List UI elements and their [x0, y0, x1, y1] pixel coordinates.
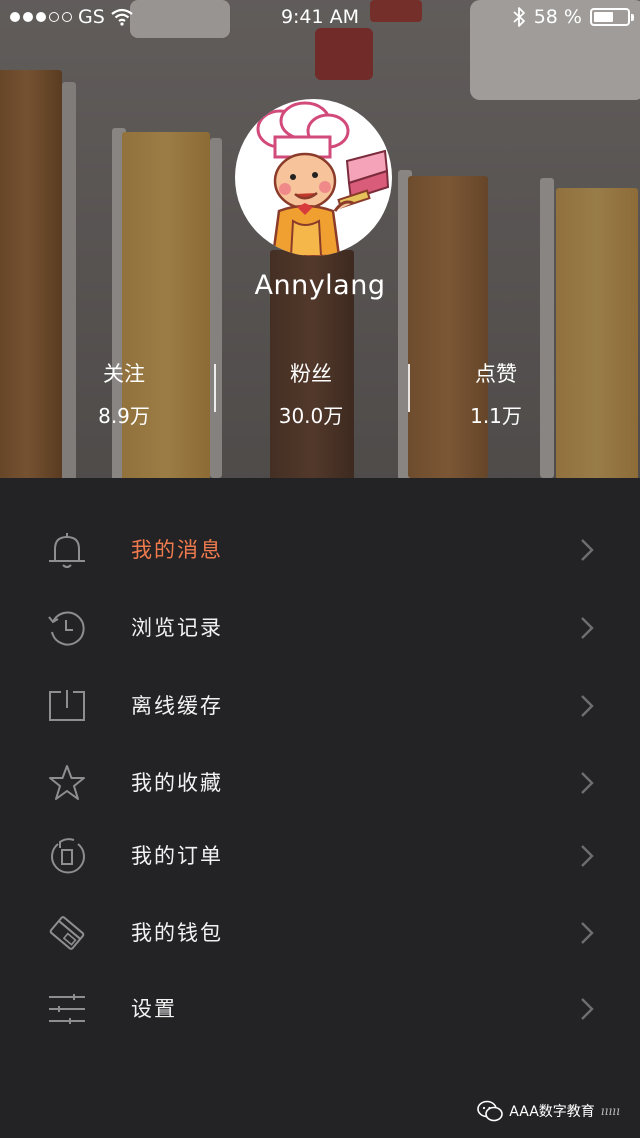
menu-item-favorites[interactable]: 我的收藏 — [0, 748, 640, 818]
menu-item-label: 我的钱包 — [131, 921, 223, 945]
menu-item-label: 设置 — [131, 997, 177, 1021]
battery-icon — [590, 8, 634, 26]
profile-header: GS 9:41 AM 58 % Annylang 关注 8.9万 粉丝 30.0… — [0, 0, 640, 478]
chevron-right-icon — [581, 998, 594, 1020]
settings-icon — [49, 994, 85, 1024]
username: Annylang — [254, 270, 386, 301]
chevron-right-icon — [581, 772, 594, 794]
stat-value: 1.1万 — [470, 404, 522, 428]
stat-label: 点赞 — [475, 362, 517, 386]
star-icon — [49, 765, 85, 800]
menu-item-label: 我的订单 — [131, 844, 223, 868]
battery-percent: 58 % — [533, 6, 582, 28]
stat-label: 粉丝 — [290, 362, 332, 386]
menu-list: 我的消息 浏览记录 离线缓存 我的收藏 我的订单 我的钱包 设置 — [0, 478, 640, 1138]
chevron-right-icon — [581, 617, 594, 639]
stat-value: 8.9万 — [98, 404, 150, 428]
menu-item-label: 我的收藏 — [131, 771, 223, 795]
menu-item-messages[interactable]: 我的消息 — [0, 515, 640, 585]
menu-item-label: 我的消息 — [131, 538, 223, 562]
stat-likes[interactable]: 点赞 1.1万 — [426, 358, 566, 429]
chevron-right-icon — [581, 922, 594, 944]
stat-label: 关注 — [103, 362, 145, 386]
stat-followers[interactable]: 粉丝 30.0万 — [241, 358, 381, 429]
watermark-text: AAA数字教育 — [509, 1104, 595, 1120]
menu-item-settings[interactable]: 设置 — [0, 974, 640, 1044]
avatar[interactable] — [235, 99, 392, 256]
stat-divider — [214, 364, 216, 412]
bluetooth-icon — [513, 7, 525, 27]
download-icon — [49, 690, 85, 721]
chevron-right-icon — [581, 539, 594, 561]
watermark-logo: ııııı — [600, 1104, 620, 1118]
menu-item-wallet[interactable]: 我的钱包 — [0, 898, 640, 968]
status-bar: GS 9:41 AM 58 % — [0, 0, 640, 34]
status-right: 58 % — [512, 6, 634, 28]
order-icon — [51, 838, 85, 874]
stat-value: 30.0万 — [278, 404, 344, 428]
wechat-icon — [477, 1100, 504, 1122]
menu-item-history[interactable]: 浏览记录 — [0, 593, 640, 663]
chef-avatar-icon — [256, 101, 390, 256]
bell-icon — [49, 533, 85, 568]
menu-item-label: 离线缓存 — [131, 694, 223, 718]
profile-stats: 关注 8.9万 粉丝 30.0万 点赞 1.1万 — [0, 358, 640, 428]
battery-fill — [594, 12, 613, 22]
menu-item-orders[interactable]: 我的订单 — [0, 821, 640, 891]
history-icon — [48, 611, 85, 646]
stat-following[interactable]: 关注 8.9万 — [54, 358, 194, 429]
wallet-icon — [49, 916, 85, 950]
chevron-right-icon — [581, 845, 594, 867]
menu-item-offline-cache[interactable]: 离线缓存 — [0, 671, 640, 741]
watermark: AAA数字教育 ııııı — [477, 1098, 620, 1124]
chevron-right-icon — [581, 695, 594, 717]
menu-item-label: 浏览记录 — [131, 616, 223, 640]
stat-divider — [408, 364, 410, 412]
